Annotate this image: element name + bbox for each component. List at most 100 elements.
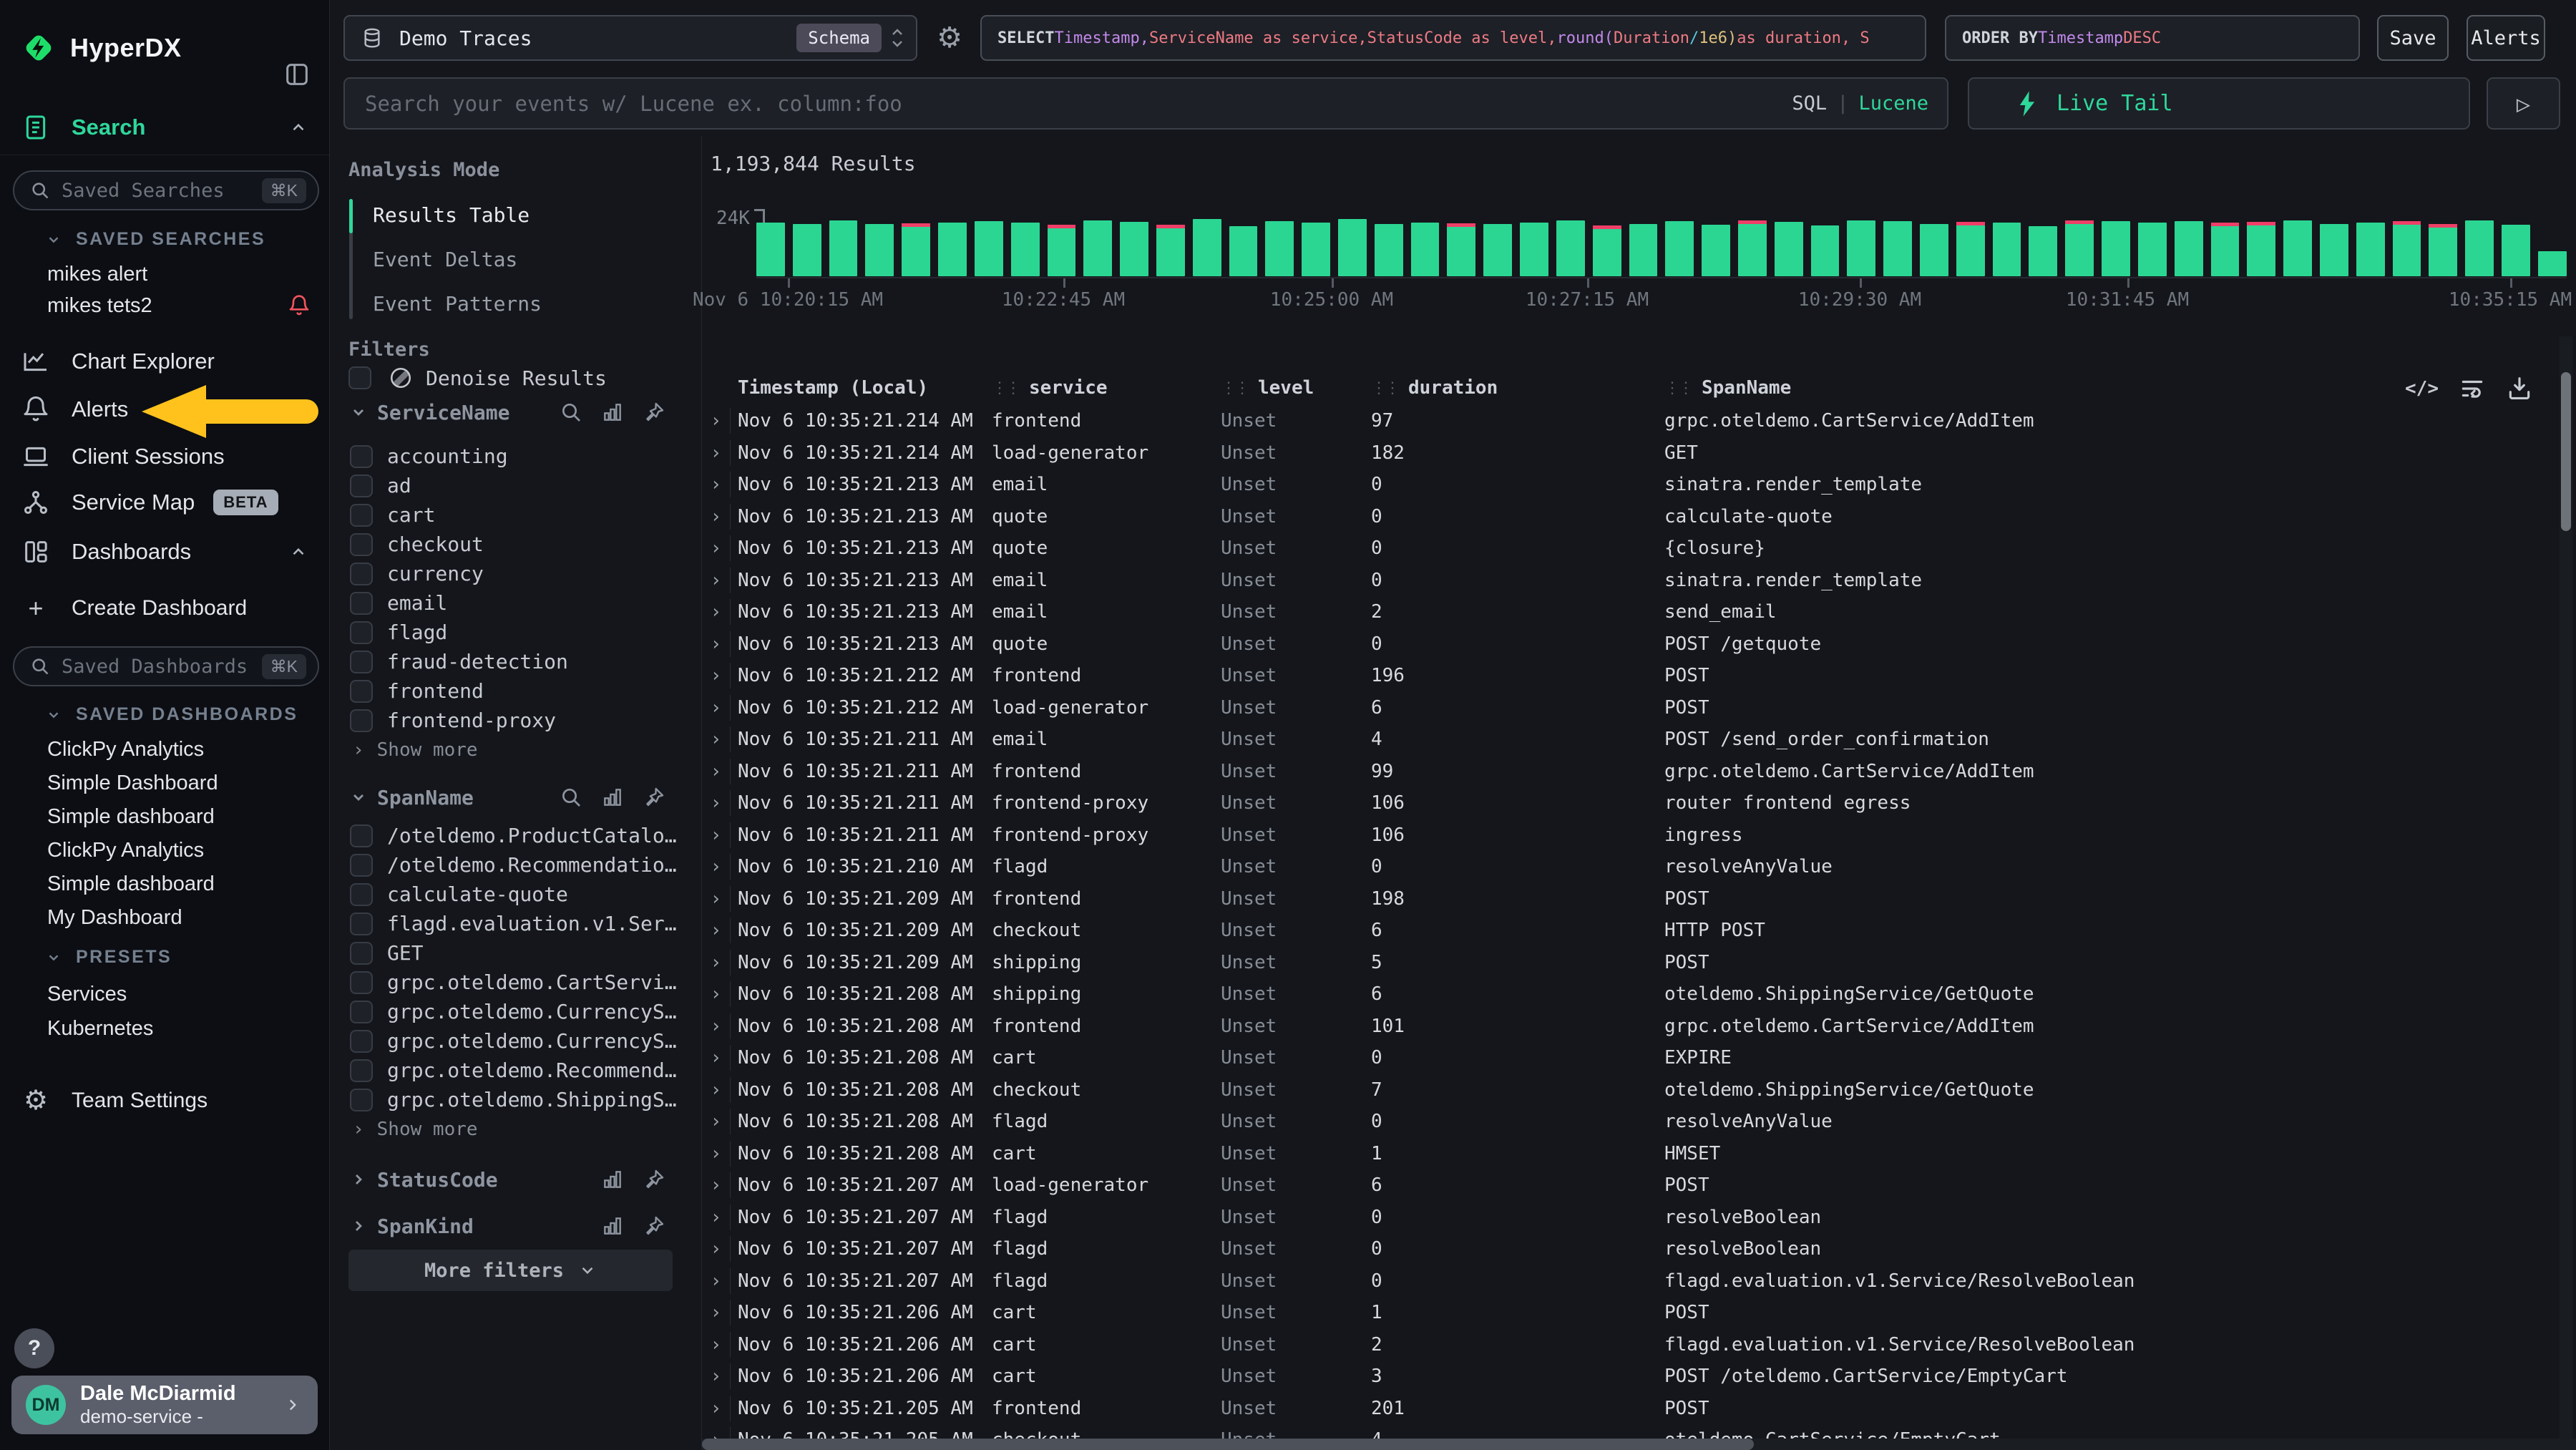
histogram-bar[interactable]	[2138, 223, 2167, 276]
table-row[interactable]: ›Nov 6 10:35:21.208 AMfrontendUnset101gr…	[702, 1011, 2561, 1043]
table-row[interactable]: ›Nov 6 10:35:21.206 AMcartUnset2flagd.ev…	[702, 1329, 2561, 1361]
histogram-bar[interactable]	[1011, 223, 1040, 276]
row-expand-icon[interactable]: ›	[702, 568, 731, 593]
histogram-bar[interactable]	[1593, 225, 1621, 276]
sidebar-item-dashboards[interactable]: Dashboards	[0, 528, 329, 575]
histogram-bar[interactable]	[1048, 225, 1076, 276]
histogram-bar[interactable]	[1847, 220, 1875, 276]
histogram-bar[interactable]	[1338, 219, 1367, 276]
histogram-bar[interactable]	[1956, 222, 1985, 276]
histogram-bar[interactable]	[1665, 221, 1694, 276]
bar-chart-icon[interactable]	[601, 1215, 624, 1237]
histogram-bar[interactable]	[865, 224, 894, 276]
filter-option[interactable]: grpc.oteldemo.CurrencyS…	[350, 1026, 677, 1056]
histogram-bar[interactable]	[2247, 222, 2275, 276]
histogram-bar[interactable]	[1811, 225, 1840, 276]
bar-chart-icon[interactable]	[601, 1168, 624, 1191]
checkbox[interactable]	[350, 445, 373, 468]
row-expand-icon[interactable]: ›	[702, 950, 731, 975]
histogram-bar[interactable]	[2102, 221, 2130, 276]
saved-dashboards-search[interactable]: ⌘K	[13, 646, 319, 686]
pin-icon[interactable]	[643, 786, 665, 809]
row-expand-icon[interactable]: ›	[702, 918, 731, 943]
col-duration-header[interactable]: ⋮⋮duration	[1371, 377, 1664, 399]
row-expand-icon[interactable]: ›	[702, 631, 731, 657]
show-more-button[interactable]: ›Show more	[353, 736, 478, 764]
table-row[interactable]: ›Nov 6 10:35:21.209 AMcheckoutUnset6HTTP…	[702, 915, 2561, 947]
table-row[interactable]: ›Nov 6 10:35:21.213 AMquoteUnset0{closur…	[702, 532, 2561, 565]
histogram-bar[interactable]	[2538, 251, 2567, 276]
filter-option[interactable]: grpc.oteldemo.CurrencyS…	[350, 997, 677, 1026]
checkbox[interactable]	[350, 563, 373, 585]
sidebar-item-search[interactable]: Search	[0, 104, 329, 151]
histogram-bar[interactable]	[829, 220, 858, 276]
histogram-bar[interactable]	[1375, 224, 1403, 276]
filter-option[interactable]: cart	[350, 500, 435, 530]
row-expand-icon[interactable]: ›	[702, 663, 731, 688]
saved-searches-input[interactable]	[60, 179, 262, 203]
filter-group-servicename[interactable]: ServiceName	[330, 396, 701, 428]
histogram-bar[interactable]	[1447, 223, 1475, 276]
row-expand-icon[interactable]: ›	[702, 472, 731, 497]
row-expand-icon[interactable]: ›	[702, 695, 731, 721]
pin-icon[interactable]	[643, 1215, 665, 1237]
row-expand-icon[interactable]: ›	[702, 504, 731, 530]
sql-orderby-input[interactable]: ORDER BY Timestamp DESC	[1945, 15, 2360, 61]
saved-dashboard-item[interactable]: Simple dashboard	[0, 800, 329, 833]
histogram-bar[interactable]	[2465, 220, 2494, 276]
row-expand-icon[interactable]: ›	[702, 726, 731, 752]
filter-group-statuscode[interactable]: StatusCode	[330, 1164, 701, 1195]
alerts-button[interactable]: Alerts	[2467, 15, 2545, 61]
row-expand-icon[interactable]: ›	[702, 822, 731, 848]
histogram-bar[interactable]	[756, 223, 785, 276]
schema-button[interactable]: Schema	[796, 24, 882, 52]
drag-handle-icon[interactable]: ⋮⋮	[1371, 379, 1398, 397]
histogram-bar[interactable]	[1775, 222, 1803, 276]
checkbox[interactable]	[350, 1059, 373, 1082]
table-row[interactable]: ›Nov 6 10:35:21.211 AMfrontend-proxyUnse…	[702, 819, 2561, 852]
col-service-header[interactable]: ⋮⋮service	[992, 377, 1221, 399]
filter-option[interactable]: /oteldemo.Recommendatio…	[350, 850, 677, 880]
checkbox[interactable]	[350, 592, 373, 615]
table-row[interactable]: ›Nov 6 10:35:21.212 AMload-generatorUnse…	[702, 692, 2561, 724]
table-row[interactable]: ›Nov 6 10:35:21.206 AMcartUnset1POST	[702, 1297, 2561, 1329]
table-row[interactable]: ›Nov 6 10:35:21.209 AMfrontendUnset198PO…	[702, 883, 2561, 915]
row-expand-icon[interactable]: ›	[702, 1396, 731, 1421]
filter-option[interactable]: fraud-detection	[350, 647, 568, 676]
saved-dashboard-item[interactable]: Simple dashboard	[0, 867, 329, 900]
table-row[interactable]: ›Nov 6 10:35:21.211 AMemailUnset4POST /s…	[702, 724, 2561, 756]
checkbox[interactable]	[350, 1089, 373, 1111]
histogram-bar[interactable]	[2502, 225, 2530, 276]
table-row[interactable]: ›Nov 6 10:35:21.211 AMfrontendUnset99grp…	[702, 756, 2561, 788]
checkbox[interactable]	[350, 1001, 373, 1023]
histogram-bar[interactable]	[1702, 225, 1730, 276]
histogram-bar[interactable]	[1883, 221, 1912, 276]
checkbox[interactable]	[350, 504, 373, 527]
table-row[interactable]: ›Nov 6 10:35:21.208 AMcartUnset1HMSET	[702, 1138, 2561, 1170]
drag-handle-icon[interactable]: ⋮⋮	[992, 379, 1019, 397]
filter-option[interactable]: grpc.oteldemo.CartServi…	[350, 968, 677, 997]
histogram-bar[interactable]	[1302, 223, 1330, 276]
sql-select-input[interactable]: SELECT Timestamp, ServiceName as service…	[980, 15, 1926, 61]
table-row[interactable]: ›Nov 6 10:35:21.207 AMflagdUnset0resolve…	[702, 1202, 2561, 1234]
table-row[interactable]: ›Nov 6 10:35:21.207 AMload-generatorUnse…	[702, 1169, 2561, 1202]
help-button[interactable]: ?	[14, 1328, 54, 1368]
table-row[interactable]: ›Nov 6 10:35:21.213 AMquoteUnset0calcula…	[702, 501, 2561, 533]
saved-dashboard-item[interactable]: My Dashboard	[0, 901, 329, 934]
filter-option[interactable]: frontend	[350, 676, 484, 706]
histogram-bar[interactable]	[938, 223, 967, 276]
row-expand-icon[interactable]: ›	[702, 886, 731, 912]
row-expand-icon[interactable]: ›	[702, 599, 731, 625]
table-row[interactable]: ›Nov 6 10:35:21.207 AMflagdUnset0flagd.e…	[702, 1265, 2561, 1298]
filter-option[interactable]: GET	[350, 938, 424, 968]
row-expand-icon[interactable]: ›	[702, 1172, 731, 1198]
row-expand-icon[interactable]: ›	[702, 1077, 731, 1103]
collapse-sidebar-icon[interactable]	[282, 60, 312, 89]
histogram-bar[interactable]	[1265, 221, 1294, 276]
row-expand-icon[interactable]: ›	[702, 1045, 731, 1071]
row-expand-icon[interactable]: ›	[702, 1363, 731, 1389]
drag-handle-icon[interactable]: ⋮⋮	[1221, 379, 1248, 397]
histogram-bar[interactable]	[1738, 220, 1767, 276]
histogram-bar[interactable]	[1120, 222, 1148, 276]
histogram-bar[interactable]	[2211, 223, 2240, 276]
